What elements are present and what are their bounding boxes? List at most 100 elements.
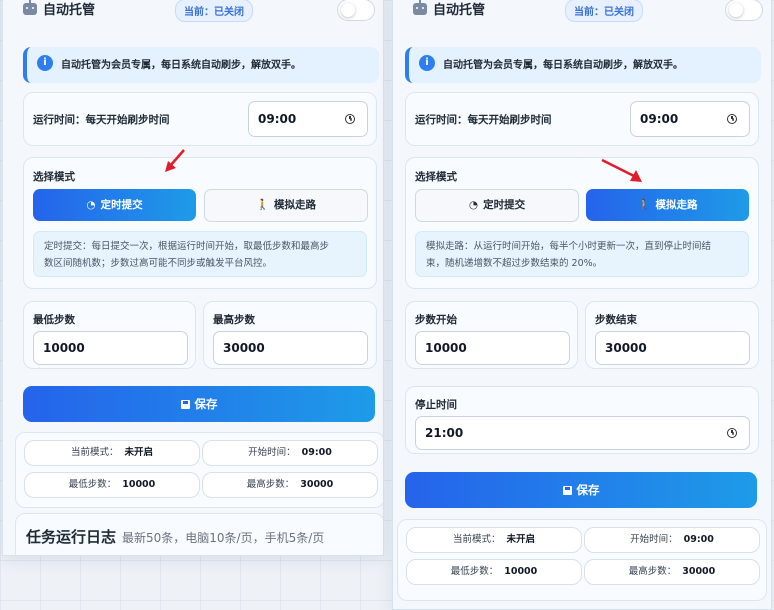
stat-max-key: 最高步数： xyxy=(246,479,295,490)
panel-title: 自动托管 xyxy=(433,3,486,18)
start-steps-label: 步数开始 xyxy=(415,314,457,326)
mode-walk-label: 模拟走路 xyxy=(655,199,698,211)
mode-label: 选择模式 xyxy=(415,171,457,183)
start-steps-card: 步数开始 10000 xyxy=(405,301,578,369)
mode-card: 选择模式 ◔ 定时提交 🚶 模拟走路 模拟走路：从运行时间开始，每半个小时更新一次，… xyxy=(405,157,759,289)
stat-min-key: 最低步数： xyxy=(68,479,117,490)
info-banner: i 自动托管为会员专属，每日系统自动刷步，解放双手。 xyxy=(405,47,761,83)
status-badge: 当前：已关闭 xyxy=(175,0,253,22)
clock-icon xyxy=(727,428,737,438)
stat-min-value: 10000 xyxy=(504,566,538,577)
info-text: 自动托管为会员专属，每日系统自动刷步，解放双手。 xyxy=(443,60,683,71)
desc-line-2: 数区间随机数；步数过高可能不同步或触发平台风控。 xyxy=(44,258,273,269)
min-steps-label: 最低步数 xyxy=(33,314,75,326)
stat-start: 开始时间： 09:00 xyxy=(202,440,378,466)
stat-max-value: 30000 xyxy=(682,566,716,577)
stat-min: 最低步数： 10000 xyxy=(24,472,200,498)
run-time-input[interactable]: 09:00 xyxy=(630,101,750,137)
stop-time-label: 停止时间 xyxy=(415,399,457,411)
stat-max: 最高步数： 30000 xyxy=(584,559,760,585)
stat-start-key: 开始时间： xyxy=(630,534,678,545)
min-steps-input[interactable]: 10000 xyxy=(33,331,188,365)
status-badge: 当前：已关闭 xyxy=(565,0,643,22)
max-steps-card: 最高步数 30000 xyxy=(203,301,377,369)
save-button[interactable]: 保存 xyxy=(23,386,375,422)
stat-min-value: 10000 xyxy=(122,479,156,490)
stat-max-key: 最高步数： xyxy=(628,566,677,577)
stat-mode-value: 未开启 xyxy=(124,447,154,458)
stat-start: 开始时间： 09:00 xyxy=(584,527,760,553)
clock-icon xyxy=(345,114,355,124)
stat-min: 最低步数： 10000 xyxy=(406,559,582,585)
stop-time-card: 停止时间 21:00 xyxy=(405,386,759,454)
panel-header: 自动托管 当前：已关闭 xyxy=(3,0,383,33)
log-title: 任务运行日志 xyxy=(26,528,117,546)
clock-icon: ◔ xyxy=(86,199,96,211)
min-steps-card: 最低步数 10000 xyxy=(23,301,196,369)
save-button[interactable]: 保存 xyxy=(405,472,757,508)
right-settings-panel: 自动托管 当前：已关闭 i 自动托管为会员专属，每日系统自动刷步，解放双手。 运… xyxy=(392,0,772,610)
run-time-label: 运行时间：每天开始刷步时间 xyxy=(415,114,552,126)
stat-mode-key: 当前模式： xyxy=(452,534,501,545)
end-steps-card: 步数结束 30000 xyxy=(585,301,759,369)
mode-label: 选择模式 xyxy=(33,171,75,183)
save-label: 保存 xyxy=(576,483,600,497)
max-steps-label: 最高步数 xyxy=(213,314,255,326)
info-icon: i xyxy=(37,55,53,71)
mode-description: 定时提交：每日提交一次，根据运行时间开始，取最低步数和最高步 数区间随机数；步数… xyxy=(33,231,367,277)
save-label: 保存 xyxy=(194,397,218,411)
max-steps-value: 30000 xyxy=(223,341,265,355)
start-steps-value: 10000 xyxy=(425,341,467,355)
desc-line-2: 束，随机递增数不超过步数结束的 20%。 xyxy=(426,258,603,269)
auto-hosting-toggle[interactable] xyxy=(725,0,763,21)
stat-start-key: 开始时间： xyxy=(248,447,296,458)
summary-card: 当前模式： 未开启 开始时间： 09:00 最低步数： 10000 最高步数： 3000… xyxy=(397,519,767,601)
info-icon: i xyxy=(419,55,435,71)
mode-card: 选择模式 ◔ 定时提交 🚶 模拟走路 定时提交：每日提交一次，根据运行时间开始，取最… xyxy=(23,157,377,289)
mode-timed-label: 定时提交 xyxy=(100,199,143,211)
stat-max-value: 30000 xyxy=(300,479,334,490)
walking-icon: 🚶 xyxy=(255,199,270,211)
end-steps-input[interactable]: 30000 xyxy=(595,331,750,365)
mode-walk-label: 模拟走路 xyxy=(274,199,317,211)
stat-min-key: 最低步数： xyxy=(450,566,499,577)
run-time-label: 运行时间：每天开始刷步时间 xyxy=(33,114,170,126)
max-steps-input[interactable]: 30000 xyxy=(213,331,368,365)
walking-icon: 🚶 xyxy=(637,199,651,211)
log-header: 任务运行日志 最新50条，电脑10条/页，手机5条/页 xyxy=(26,526,324,547)
mode-description: 模拟走路：从运行时间开始，每半个小时更新一次，直到停止时间结 束，随机递增数不超… xyxy=(415,231,749,277)
run-time-value: 09:00 xyxy=(640,112,679,126)
log-subtitle: 最新50条，电脑10条/页，手机5条/页 xyxy=(122,531,325,545)
stat-mode: 当前模式： 未开启 xyxy=(24,440,200,466)
stat-max: 最高步数： 30000 xyxy=(202,472,378,498)
run-time-card: 运行时间：每天开始刷步时间 09:00 xyxy=(405,92,759,146)
clock-icon: ◔ xyxy=(468,199,479,211)
start-steps-input[interactable]: 10000 xyxy=(415,331,570,365)
info-text: 自动托管为会员专属，每日系统自动刷步，解放双手。 xyxy=(61,60,301,71)
mode-timed-label: 定时提交 xyxy=(483,199,526,211)
mode-timed-button[interactable]: ◔ 定时提交 xyxy=(415,189,579,222)
run-time-value: 09:00 xyxy=(258,112,297,126)
log-card: 任务运行日志 最新50条，电脑10条/页，手机5条/页 xyxy=(15,513,383,555)
annotation-arrow-right xyxy=(601,158,642,182)
end-steps-label: 步数结束 xyxy=(595,314,637,326)
stat-start-value: 09:00 xyxy=(683,534,714,545)
info-banner: i 自动托管为会员专属，每日系统自动刷步，解放双手。 xyxy=(23,47,379,83)
panel-header: 自动托管 当前：已关闭 xyxy=(393,0,771,33)
end-steps-value: 30000 xyxy=(605,341,647,355)
stop-time-input[interactable]: 21:00 xyxy=(415,416,750,450)
clock-icon xyxy=(727,114,737,124)
save-icon xyxy=(562,486,572,495)
stat-mode-key: 当前模式： xyxy=(70,447,119,458)
min-steps-value: 10000 xyxy=(43,341,85,355)
stat-mode-value: 未开启 xyxy=(506,534,536,545)
mode-timed-button[interactable]: ◔ 定时提交 xyxy=(33,189,196,221)
run-time-card: 运行时间：每天开始刷步时间 09:00 xyxy=(23,92,377,146)
auto-hosting-toggle[interactable] xyxy=(337,0,375,21)
left-settings-panel: 自动托管 当前：已关闭 i 自动托管为会员专属，每日系统自动刷步，解放双手。 运… xyxy=(2,0,384,556)
stop-time-value: 21:00 xyxy=(425,426,464,440)
run-time-input[interactable]: 09:00 xyxy=(248,101,368,137)
mode-walk-button[interactable]: 🚶 模拟走路 xyxy=(586,189,749,221)
mode-walk-button[interactable]: 🚶 模拟走路 xyxy=(204,189,368,222)
annotation-arrow-left xyxy=(165,149,185,172)
